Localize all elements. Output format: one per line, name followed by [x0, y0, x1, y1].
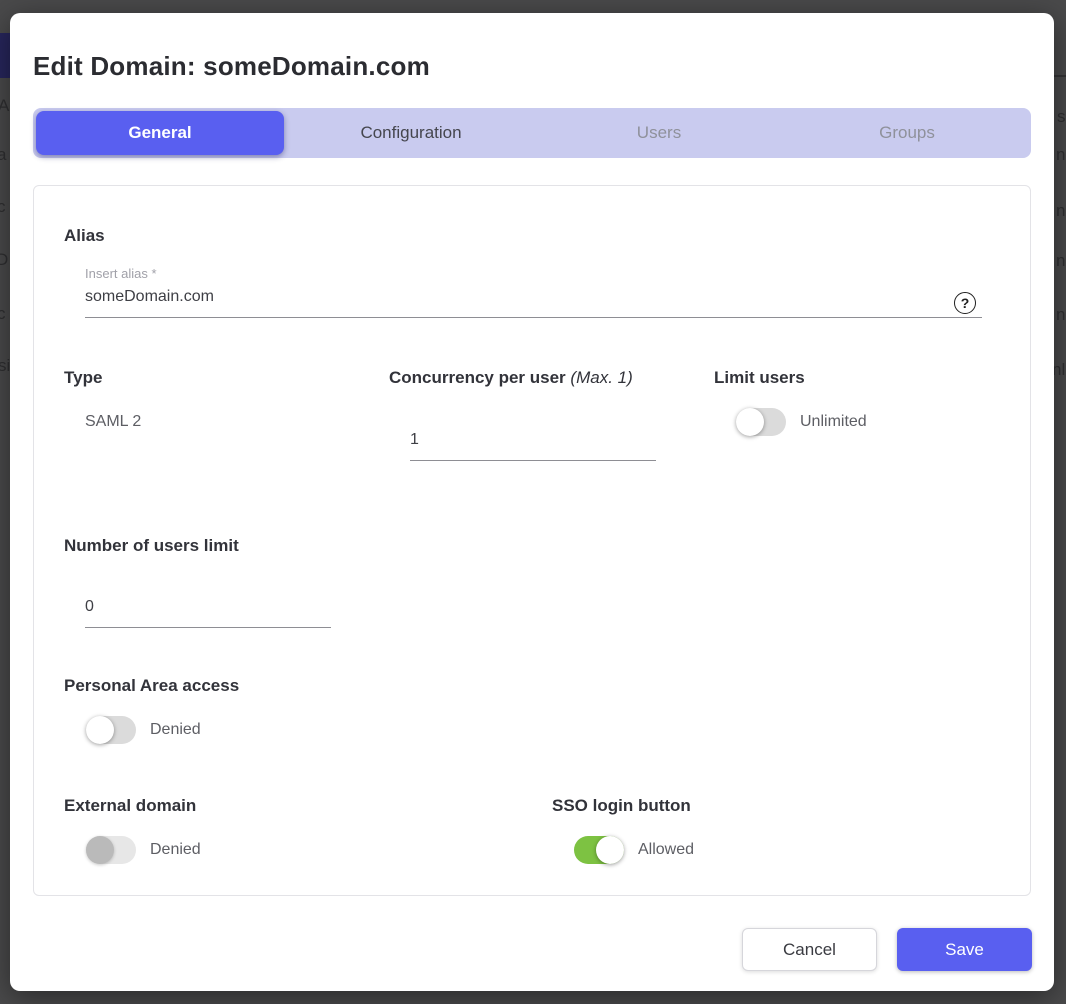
backdrop-text-fragment: c	[0, 304, 6, 324]
users-limit-heading: Number of users limit	[64, 536, 239, 556]
tab-groups[interactable]: Groups	[783, 108, 1031, 158]
backdrop-text-fragment: n	[1056, 305, 1065, 325]
tab-configuration[interactable]: Configuration	[287, 108, 535, 158]
general-form-card: Alias Insert alias * ? Type SAML 2 Concu…	[33, 185, 1031, 896]
help-icon[interactable]: ?	[954, 292, 976, 314]
sso-login-toggle-label: Allowed	[638, 841, 694, 859]
concurrency-input[interactable]	[410, 431, 656, 461]
limit-users-toggle[interactable]	[736, 408, 786, 436]
backdrop-text-fragment: n	[1056, 145, 1065, 165]
personal-area-toggle[interactable]	[86, 716, 136, 744]
toggle-knob	[596, 836, 624, 864]
limit-users-toggle-label: Unlimited	[800, 413, 867, 431]
edit-domain-modal: Edit Domain: someDomain.com General Conf…	[10, 13, 1054, 991]
tab-bar: General Configuration Users Groups	[33, 108, 1031, 158]
sso-login-heading: SSO login button	[552, 796, 691, 816]
alias-field-label: Insert alias *	[85, 266, 157, 281]
personal-area-toggle-label: Denied	[150, 721, 201, 739]
backdrop-text-fragment: s	[1057, 107, 1066, 127]
tab-users[interactable]: Users	[535, 108, 783, 158]
external-domain-toggle	[86, 836, 136, 864]
sso-login-toggle[interactable]	[574, 836, 624, 864]
backdrop-text-fragment: n	[1056, 201, 1065, 221]
backdrop-navy-block	[0, 33, 10, 78]
concurrency-heading: Concurrency per user (Max. 1)	[389, 368, 633, 388]
type-value: SAML 2	[85, 413, 141, 431]
users-limit-input[interactable]	[85, 598, 331, 628]
cancel-button[interactable]: Cancel	[742, 928, 877, 971]
personal-area-heading: Personal Area access	[64, 676, 239, 696]
concurrency-heading-note: (Max. 1)	[570, 368, 632, 387]
backdrop-text-fragment: D	[0, 250, 8, 270]
limit-users-heading: Limit users	[714, 368, 805, 388]
alias-input[interactable]	[85, 288, 982, 318]
type-heading: Type	[64, 368, 102, 388]
backdrop-text-fragment: a	[0, 145, 6, 165]
backdrop-text-fragment: n	[1056, 251, 1065, 271]
concurrency-heading-text: Concurrency per user	[389, 368, 566, 387]
backdrop-text-fragment: c	[0, 197, 6, 217]
external-domain-toggle-label: Denied	[150, 841, 201, 859]
backdrop-text-fragment: si	[0, 356, 10, 376]
toggle-knob	[86, 716, 114, 744]
alias-heading: Alias	[64, 226, 105, 246]
toggle-knob	[736, 408, 764, 436]
modal-footer: Cancel Save	[742, 928, 1032, 971]
external-domain-heading: External domain	[64, 796, 196, 816]
toggle-knob	[86, 836, 114, 864]
backdrop-text-fragment: A	[0, 96, 9, 116]
tab-general[interactable]: General	[36, 111, 284, 155]
save-button[interactable]: Save	[897, 928, 1032, 971]
modal-title: Edit Domain: someDomain.com	[33, 51, 430, 82]
